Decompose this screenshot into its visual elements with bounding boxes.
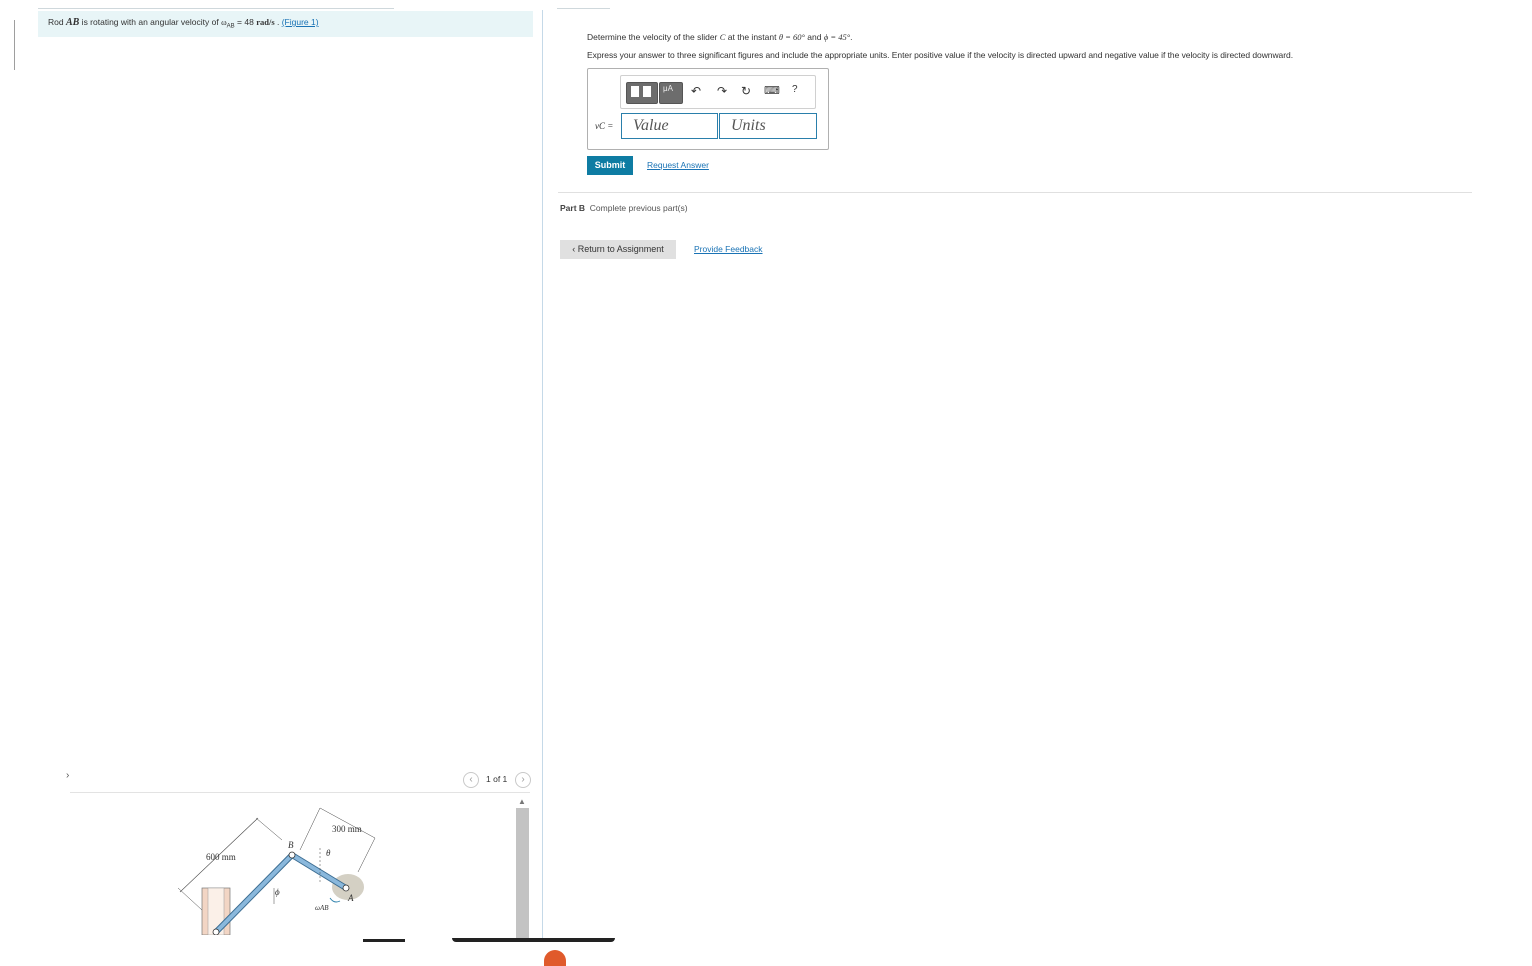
rod-name: AB — [65, 17, 80, 28]
question-middle: at the instant — [725, 32, 779, 42]
dim-label-600: 600 mm — [206, 852, 236, 862]
omega-unit: rad/s — [256, 17, 275, 27]
dim-label-300: 300 mm — [332, 824, 362, 834]
problem-prefix: Rod — [48, 17, 66, 27]
pin-b — [288, 851, 296, 859]
template-icon — [631, 86, 639, 97]
mu-a-icon: μA — [663, 84, 673, 93]
label-theta: θ — [326, 848, 331, 858]
part-b-label: Part B — [560, 203, 586, 213]
problem-statement: Rod AB is rotating with an angular veloc… — [48, 17, 319, 30]
left-edge-line — [14, 20, 15, 70]
undo-icon[interactable]: ↶ — [691, 84, 701, 98]
pin-a — [342, 884, 350, 892]
figure-link[interactable]: (Figure 1) — [282, 17, 319, 27]
reset-icon[interactable]: ↻ — [741, 84, 751, 98]
scroll-up-icon[interactable]: ▲ — [518, 797, 526, 806]
pin-c — [212, 928, 220, 935]
label-phi: ϕ — [275, 887, 280, 897]
label-a: A — [347, 893, 354, 903]
math-toolbar: μA ↶ ↷ ↻ ⌨ ? — [620, 75, 816, 109]
dim-tick-600 — [255, 817, 283, 841]
phi-expression: ϕ = 45° — [823, 32, 851, 42]
bottom-shadow-2 — [452, 938, 615, 942]
units-button[interactable]: μA — [659, 82, 683, 104]
question-prefix: Determine the velocity of the slider — [587, 32, 720, 42]
return-label: Return to Assignment — [577, 244, 664, 254]
answer-label: vC = — [595, 121, 614, 131]
figure-pager: 1 of 1 — [486, 774, 508, 784]
request-answer-link[interactable]: Request Answer — [647, 160, 709, 170]
problem-banner: Rod AB is rotating with an angular veloc… — [38, 11, 533, 37]
submit-button[interactable]: Submit — [587, 156, 633, 175]
dim-tick-300 — [299, 807, 321, 851]
mechanism-figure: 600 mm 300 mm B A θ ϕ ωAB — [177, 807, 376, 935]
dim-tick-600b — [177, 887, 203, 911]
theta-expression: θ = 60° — [778, 32, 805, 42]
templates-button[interactable] — [626, 82, 658, 104]
part-divider — [558, 192, 1472, 193]
figure-divider — [70, 792, 530, 793]
collapse-chevron-icon[interactable]: › — [66, 770, 69, 781]
prev-figure-button[interactable]: ‹ — [463, 772, 479, 788]
bottom-shadow-1 — [363, 939, 405, 942]
orange-badge-icon — [544, 950, 566, 966]
dim-tick-300b — [357, 837, 376, 873]
figure-scrollbar[interactable] — [516, 808, 529, 940]
redo-icon[interactable]: ↷ — [717, 84, 727, 98]
omega-value: = 48 — [234, 17, 257, 27]
rod-ab-fill — [290, 853, 348, 890]
part-a-question: Determine the velocity of the slider C a… — [587, 32, 852, 42]
return-to-assignment-button[interactable]: ‹ Return to Assignment — [560, 240, 676, 259]
help-icon[interactable]: ? — [792, 84, 798, 95]
next-figure-button[interactable]: › — [515, 772, 531, 788]
label-b: B — [288, 840, 294, 850]
units-input[interactable]: Units — [719, 113, 817, 139]
template-icon-2 — [643, 86, 651, 97]
omega-arrow — [329, 897, 341, 903]
answer-box: μA ↶ ↷ ↻ ⌨ ? vC = Value Units — [587, 68, 829, 150]
part-b-header[interactable]: Part B Complete previous part(s) — [560, 203, 688, 213]
problem-after: . — [274, 17, 282, 27]
question-end: . — [850, 32, 853, 42]
answer-instructions: Express your answer to three significant… — [587, 50, 1294, 60]
provide-feedback-link[interactable]: Provide Feedback — [694, 244, 763, 254]
keyboard-icon[interactable]: ⌨ — [764, 84, 780, 97]
top-rule-left — [38, 8, 394, 9]
question-and: and — [804, 32, 824, 42]
value-input[interactable]: Value — [621, 113, 718, 139]
problem-middle: is rotating with an angular velocity of — [79, 17, 222, 27]
label-omega: ωAB — [315, 904, 329, 912]
column-divider — [542, 10, 543, 940]
omega-subscript: AB — [226, 23, 235, 30]
part-b-status: Complete previous part(s) — [589, 203, 688, 213]
top-rule-right — [557, 8, 610, 9]
